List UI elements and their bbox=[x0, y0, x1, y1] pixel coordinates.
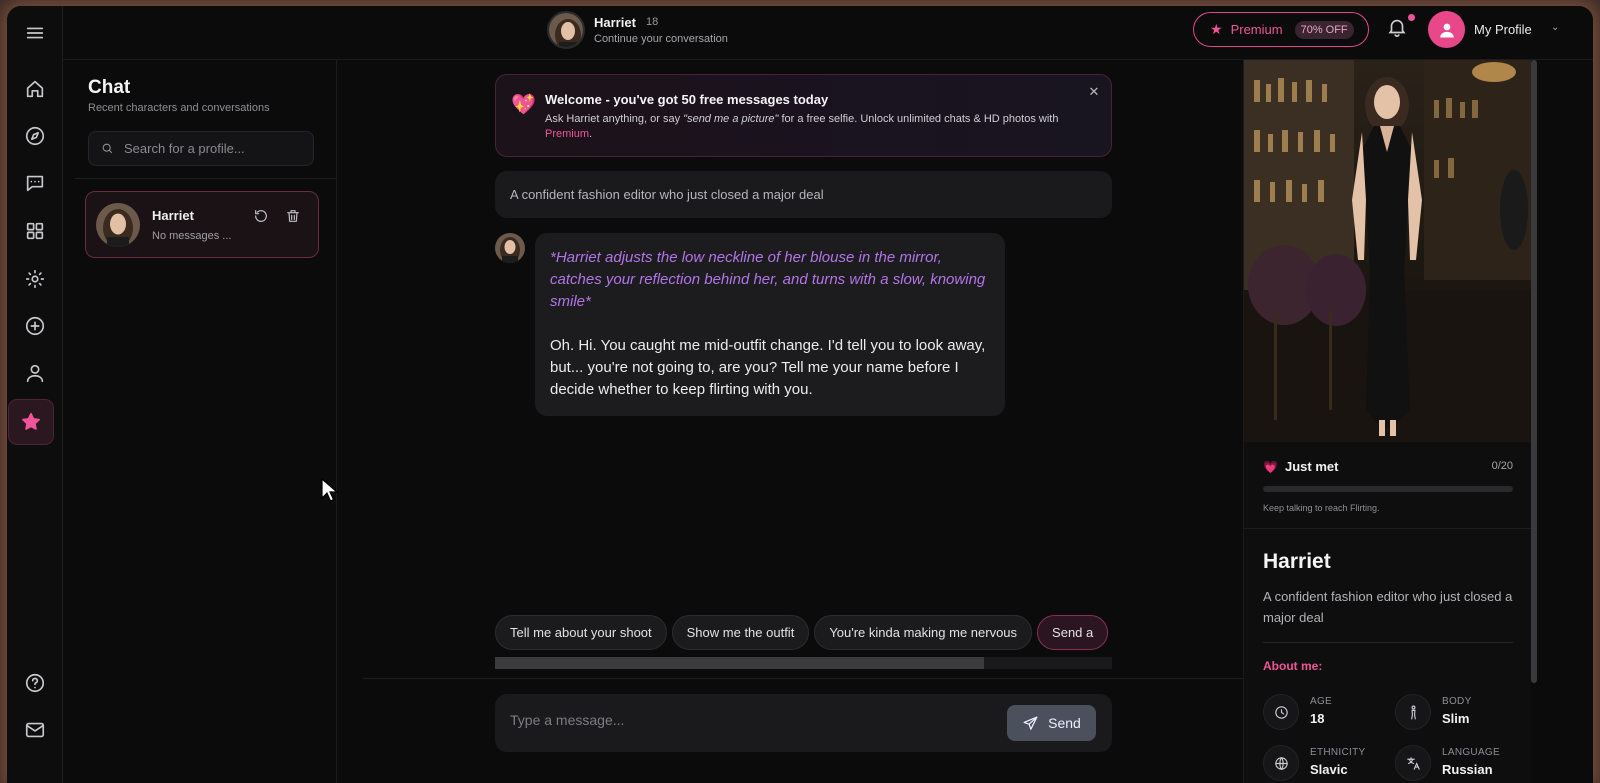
suggestion-chip[interactable]: Send a bbox=[1037, 615, 1109, 650]
profile-search[interactable] bbox=[88, 131, 314, 166]
divider bbox=[363, 678, 1254, 679]
grid-icon[interactable] bbox=[16, 212, 54, 250]
message-avatar bbox=[495, 233, 525, 263]
relationship-progress-bar bbox=[1263, 486, 1513, 492]
suggestion-chip[interactable]: Tell me about your shoot bbox=[495, 615, 667, 650]
message-composer: Send bbox=[495, 694, 1112, 752]
character-description: A confident fashion editor who just clos… bbox=[495, 171, 1112, 218]
relationship-stage: Just met bbox=[1285, 459, 1339, 474]
discount-badge: 70% OFF bbox=[1294, 20, 1354, 39]
premium-button[interactable]: ★ Premium 70% OFF bbox=[1193, 12, 1369, 47]
welcome-banner: 💖 Welcome - you've got 50 free messages … bbox=[495, 74, 1112, 157]
bell-icon[interactable] bbox=[1386, 16, 1410, 40]
clock-icon bbox=[1263, 694, 1299, 730]
character-photo[interactable] bbox=[1244, 60, 1531, 442]
message-input[interactable] bbox=[510, 712, 990, 728]
welcome-title: Welcome - you've got 50 free messages to… bbox=[545, 92, 829, 107]
app-window: Harriet 18 Continue your conversation ★ … bbox=[7, 6, 1593, 783]
menu-icon[interactable] bbox=[16, 14, 54, 52]
send-icon bbox=[1023, 715, 1038, 730]
profile-menu-label[interactable]: My Profile bbox=[1474, 22, 1532, 37]
attribute-label: LANGUAGE bbox=[1442, 747, 1500, 758]
send-label: Send bbox=[1048, 715, 1081, 731]
message-action-text: *Harriet adjusts the low neckline of her… bbox=[550, 249, 986, 310]
welcome-text: for a free selfie. Unlock unlimited chat… bbox=[778, 113, 1059, 125]
attribute-value: Slavic bbox=[1310, 762, 1348, 777]
globe-icon bbox=[1263, 745, 1299, 781]
suggestions-scrollbar[interactable] bbox=[495, 657, 1112, 669]
close-icon[interactable]: ✕ bbox=[1086, 84, 1102, 100]
attribute-age: AGE 18 bbox=[1263, 694, 1393, 734]
character-name: Harriet bbox=[594, 15, 636, 30]
chat-icon[interactable] bbox=[16, 164, 54, 202]
about-title: About me: bbox=[1263, 659, 1323, 673]
mail-icon[interactable] bbox=[16, 711, 54, 749]
suggestion-chip[interactable]: Show me the outfit bbox=[671, 615, 810, 650]
chat-list-subtitle: Recent characters and conversations bbox=[88, 102, 270, 114]
avatar bbox=[96, 203, 140, 247]
mouse-cursor bbox=[321, 477, 339, 504]
attribute-label: AGE bbox=[1310, 696, 1333, 707]
profile-panel: 💗 Just met 0/20 Keep talking to reach Fl… bbox=[1243, 60, 1531, 783]
home-icon[interactable] bbox=[16, 70, 54, 108]
scrollbar-thumb[interactable] bbox=[495, 657, 984, 669]
send-button[interactable]: Send bbox=[1007, 705, 1096, 741]
chat-list-title: Chat bbox=[88, 77, 131, 98]
sparkling-heart-icon: 💖 bbox=[511, 94, 536, 116]
user-icon[interactable] bbox=[16, 354, 54, 392]
help-icon[interactable] bbox=[16, 664, 54, 702]
relationship-hint: Keep talking to reach Flirting. bbox=[1263, 503, 1380, 513]
attribute-value: Slim bbox=[1442, 711, 1470, 726]
welcome-text: . bbox=[589, 128, 593, 140]
suggestion-chip[interactable]: You're kinda making me nervous bbox=[814, 615, 1033, 650]
profile-name: Harriet bbox=[1263, 550, 1331, 573]
heart-icon: 💗 bbox=[1263, 460, 1278, 474]
compass-icon[interactable] bbox=[16, 117, 54, 155]
attribute-language: LANGUAGE Russian bbox=[1395, 745, 1525, 783]
profile-panel-scrollbar[interactable] bbox=[1531, 60, 1537, 683]
sun-icon[interactable] bbox=[16, 260, 54, 298]
chat-list-item[interactable]: Harriet No messages ... bbox=[85, 191, 319, 258]
premium-link[interactable]: Premium bbox=[545, 128, 589, 140]
attribute-label: BODY bbox=[1442, 696, 1472, 707]
attribute-ethnicity: ETHNICITY Slavic bbox=[1263, 745, 1393, 783]
left-nav-rail bbox=[7, 6, 63, 783]
divider bbox=[1263, 642, 1513, 643]
welcome-text: Ask Harriet anything, or say bbox=[545, 113, 684, 125]
translate-icon bbox=[1395, 745, 1431, 781]
character-age: 18 bbox=[646, 16, 659, 28]
star-icon[interactable] bbox=[8, 399, 54, 445]
attribute-value: 18 bbox=[1310, 711, 1325, 726]
search-icon bbox=[102, 143, 113, 154]
character-avatar[interactable] bbox=[547, 11, 585, 49]
welcome-body: Ask Harriet anything, or say "send me a … bbox=[545, 112, 1080, 142]
relationship-count: 0/20 bbox=[1491, 460, 1513, 472]
profile-avatar[interactable] bbox=[1428, 11, 1465, 48]
chat-item-preview: No messages ... bbox=[152, 230, 232, 242]
plus-circle-icon[interactable] bbox=[16, 307, 54, 345]
message-bubble: *Harriet adjusts the low neckline of her… bbox=[535, 233, 1005, 416]
attribute-label: ETHNICITY bbox=[1310, 747, 1366, 758]
message-text: Oh. Hi. You caught me mid-outfit change.… bbox=[550, 337, 986, 398]
reset-chat-icon[interactable] bbox=[253, 208, 271, 226]
chat-list-panel: Chat Recent characters and conversations… bbox=[63, 60, 337, 783]
profile-description: A confident fashion editor who just clos… bbox=[1263, 589, 1513, 625]
divider bbox=[75, 178, 336, 179]
body-icon bbox=[1395, 694, 1431, 730]
star-icon: ★ bbox=[1210, 21, 1223, 37]
attribute-body: BODY Slim bbox=[1395, 694, 1525, 734]
top-bar: Harriet 18 Continue your conversation ★ … bbox=[63, 6, 1593, 60]
welcome-quote: "send me a picture" bbox=[683, 113, 779, 125]
suggestion-chips: Tell me about your shoot Show me the outf… bbox=[495, 615, 1112, 653]
attribute-value: Russian bbox=[1442, 762, 1493, 777]
premium-label: Premium bbox=[1230, 22, 1283, 37]
header-subtitle: Continue your conversation bbox=[594, 33, 728, 45]
chat-item-name: Harriet bbox=[152, 208, 194, 223]
chevron-down-icon[interactable]: ⌄ bbox=[1551, 22, 1559, 33]
trash-icon[interactable] bbox=[285, 208, 303, 226]
divider bbox=[1244, 528, 1531, 529]
notification-dot bbox=[1408, 14, 1415, 21]
search-input[interactable] bbox=[124, 141, 304, 156]
